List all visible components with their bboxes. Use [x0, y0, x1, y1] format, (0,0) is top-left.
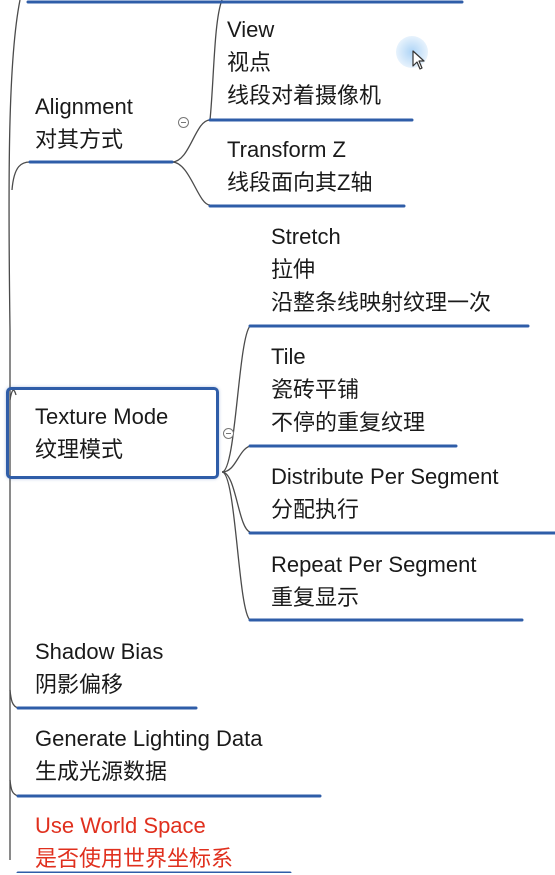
node-transform-z[interactable]: Transform Z 线段面向其Z轴: [227, 133, 372, 199]
node-distribute-zh: 分配执行: [271, 497, 360, 522]
node-repeat-per-segment[interactable]: Repeat Per Segment 重复显示: [271, 548, 476, 614]
node-shadow-bias[interactable]: Shadow Bias 阴影偏移: [35, 635, 163, 701]
node-tile[interactable]: Tile 瓷砖平铺 不停的重复纹理: [271, 340, 425, 439]
alignment-to-view: [171, 119, 211, 163]
node-view-en: View: [227, 17, 275, 42]
node-world-space-zh: 是否使用世界坐标系: [35, 846, 234, 871]
node-view-desc: 线段对着摄像机: [227, 83, 382, 108]
node-stretch[interactable]: Stretch 拉伸 沿整条线映射纹理一次: [271, 220, 491, 319]
node-shadow-bias-zh: 阴影偏移: [35, 672, 124, 697]
alignment-to-transform-z: [171, 161, 211, 206]
node-texture-mode-zh: 纹理模式: [35, 437, 124, 462]
node-stretch-en: Stretch: [271, 224, 341, 249]
node-world-space-en: Use World Space: [35, 813, 206, 838]
node-alignment-en: Alignment: [35, 94, 133, 119]
node-tile-en: Tile: [271, 344, 306, 369]
node-stretch-desc: 沿整条线映射纹理一次: [271, 290, 492, 315]
node-transform-z-en: Transform Z: [227, 137, 346, 162]
node-texture-mode[interactable]: Texture Mode 纹理模式: [35, 400, 168, 466]
node-use-world-space[interactable]: Use World Space 是否使用世界坐标系: [35, 809, 233, 875]
texture-to-distribute: [221, 471, 251, 533]
node-transform-z-zh: 线段面向其Z轴: [227, 170, 373, 195]
texture-to-stretch: [221, 325, 251, 473]
node-texture-mode-en: Texture Mode: [35, 404, 169, 429]
stem-to-alignment: [11, 161, 31, 191]
view-stem: [209, 0, 223, 121]
node-tile-desc: 不停的重复纹理: [271, 410, 426, 435]
node-repeat-zh: 重复显示: [271, 585, 360, 610]
node-distribute-per-segment[interactable]: Distribute Per Segment 分配执行: [271, 460, 498, 526]
node-lighting-zh: 生成光源数据: [35, 759, 168, 784]
node-alignment-zh: 对其方式: [35, 127, 124, 152]
minus-circle-icon[interactable]: [223, 428, 234, 439]
node-tile-zh: 瓷砖平铺: [271, 377, 360, 402]
node-generate-lighting-data[interactable]: Generate Lighting Data 生成光源数据: [35, 722, 263, 788]
node-lighting-en: Generate Lighting Data: [35, 726, 263, 751]
node-view-zh: 视点: [227, 50, 272, 75]
node-alignment[interactable]: Alignment 对其方式: [35, 90, 133, 156]
stem-to-shadow-bias: [9, 689, 19, 709]
texture-to-repeat: [221, 471, 251, 621]
node-distribute-en: Distribute Per Segment: [271, 464, 499, 489]
node-repeat-en: Repeat Per Segment: [271, 552, 477, 577]
node-view[interactable]: View 视点 线段对着摄像机: [227, 13, 381, 112]
stem-to-lighting: [9, 779, 19, 797]
minus-circle-icon[interactable]: [178, 117, 189, 128]
node-stretch-zh: 拉伸: [271, 257, 316, 282]
node-shadow-bias-en: Shadow Bias: [35, 639, 164, 664]
mouse-pointer-icon: [412, 50, 425, 70]
